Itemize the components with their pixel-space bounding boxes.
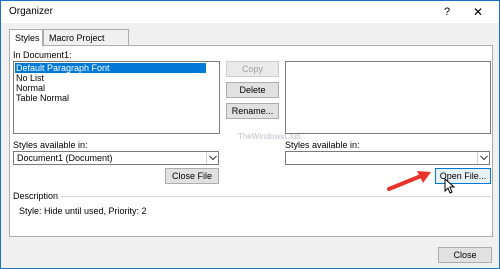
delete-button[interactable]: Delete [226, 82, 279, 98]
rename-label: Rename... [231, 106, 274, 116]
left-styles-available-label: Styles available in: [13, 140, 88, 150]
right-styles-list[interactable] [285, 61, 491, 134]
right-styles-available-label: Styles available in: [285, 140, 360, 150]
chevron-down-icon[interactable] [206, 152, 218, 164]
left-combo-value: Document1 (Document) [17, 153, 113, 163]
description-heading: Description [13, 191, 59, 201]
list-item[interactable]: Normal [15, 83, 45, 93]
chevron-down-icon[interactable] [477, 152, 489, 164]
tab-styles-label: Styles [15, 33, 40, 43]
title-bar: Organizer ? ✕ [1, 1, 499, 23]
list-item[interactable]: No List [15, 73, 44, 83]
copy-label: Copy [241, 64, 263, 74]
list-item[interactable]: Table Normal [15, 93, 69, 103]
red-arrow-icon [387, 171, 431, 191]
left-styles-list[interactable]: Default Paragraph Font No List Normal Ta… [13, 61, 220, 134]
description-text: Style: Hide until used, Priority: 2 [19, 206, 147, 216]
tab-macro-project-items[interactable]: Macro Project Items [43, 29, 129, 59]
list-item[interactable]: Default Paragraph Font [15, 63, 206, 73]
close-window-button[interactable]: ✕ [465, 3, 491, 21]
tab-styles[interactable]: Styles [9, 29, 43, 47]
close-file-label: Close File [171, 171, 212, 181]
organizer-dialog: Organizer ? ✕ Styles Macro Project Items… [0, 0, 500, 269]
description-divider [61, 196, 491, 197]
rename-button[interactable]: Rename... [226, 103, 279, 119]
copy-button[interactable]: Copy [226, 61, 279, 77]
help-button[interactable]: ? [438, 4, 456, 20]
close-label: Close [453, 250, 477, 260]
window-title: Organizer [9, 6, 53, 17]
in-document-label: In Document1: [13, 50, 72, 60]
left-styles-available-combo[interactable]: Document1 (Document) [13, 151, 219, 165]
close-file-button[interactable]: Close File [165, 168, 219, 184]
close-button[interactable]: Close [438, 247, 492, 263]
mouse-cursor-icon [444, 178, 456, 194]
delete-label: Delete [239, 85, 266, 95]
right-styles-available-combo[interactable] [285, 151, 490, 165]
